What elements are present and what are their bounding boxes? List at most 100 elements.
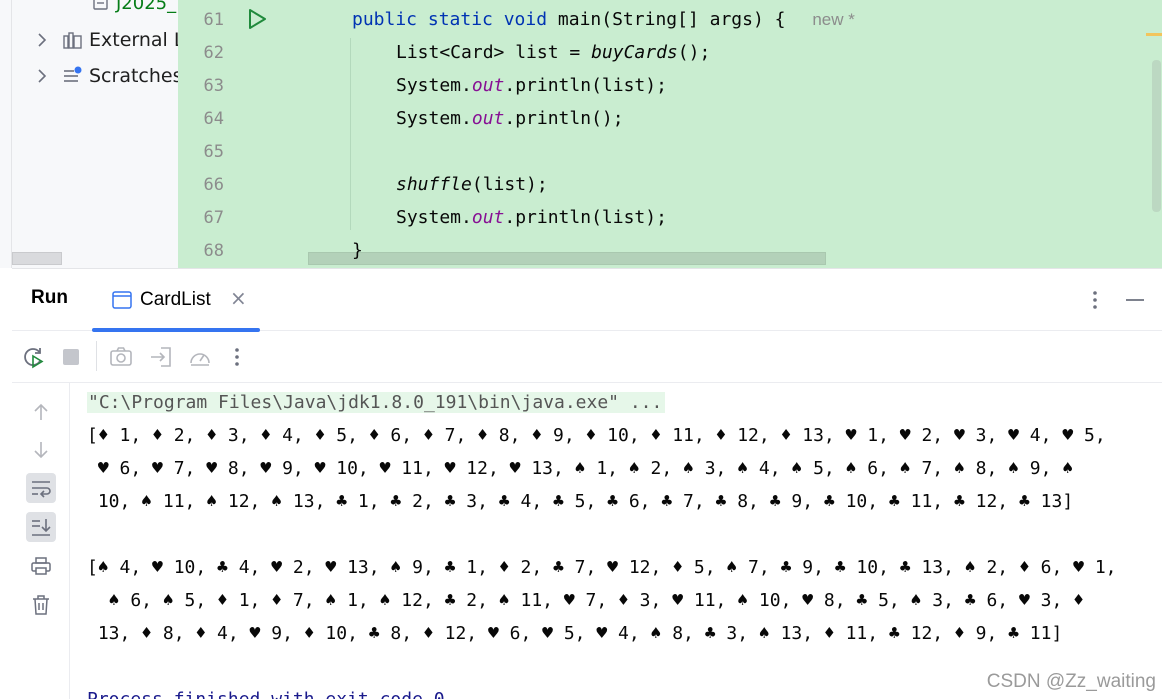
code-area[interactable]: public static void main(String[] args) {… bbox=[308, 0, 1162, 268]
code-line[interactable]: System.out.println(); bbox=[396, 99, 624, 132]
tree-item-label: External L bbox=[89, 29, 185, 51]
code-token: .println(list); bbox=[504, 75, 667, 96]
run-tool-window: Run CardList × "C:\Program Files\Java\jd… bbox=[12, 268, 1162, 699]
run-title: Run bbox=[31, 287, 68, 308]
rerun-icon bbox=[24, 348, 44, 369]
tree-item-scratches[interactable]: Scratches bbox=[34, 61, 183, 91]
print-button[interactable] bbox=[26, 551, 56, 581]
console-icon bbox=[112, 291, 132, 309]
chevron-right-icon[interactable] bbox=[34, 68, 50, 84]
console-line: 10, ♠ 11, ♠ 12, ♠ 13, ♣ 1, ♣ 2, ♣ 3, ♣ 4… bbox=[87, 491, 1074, 512]
arrow-up-icon bbox=[34, 403, 48, 420]
speedometer-icon bbox=[190, 353, 210, 366]
import-icon bbox=[151, 347, 171, 367]
scratches-icon bbox=[62, 66, 84, 86]
printer-icon bbox=[31, 557, 51, 575]
run-header: Run CardList × bbox=[12, 269, 1162, 332]
code-line[interactable]: public static void main(String[] args) {… bbox=[352, 0, 855, 33]
tree-border bbox=[11, 0, 12, 268]
indent-guide bbox=[350, 38, 351, 230]
tree-horizontal-scrollbar[interactable] bbox=[12, 252, 62, 265]
close-icon[interactable]: × bbox=[230, 288, 247, 308]
line-number: 66 bbox=[203, 175, 224, 195]
console-line: ♠ 6, ♠ 5, ♦ 1, ♦ 7, ♠ 1, ♠ 12, ♣ 2, ♠ 11… bbox=[87, 590, 1084, 611]
soft-wrap-toggle[interactable] bbox=[26, 473, 56, 503]
warning-marker[interactable] bbox=[1146, 33, 1162, 36]
console-line: ♥ 6, ♥ 7, ♥ 8, ♥ 9, ♥ 10, ♥ 11, ♥ 12, ♥ … bbox=[87, 458, 1074, 479]
more-vertical-icon[interactable] bbox=[1087, 289, 1103, 311]
code-token: buyCards bbox=[591, 42, 678, 63]
toolbar-separator bbox=[96, 341, 97, 371]
code-token: out bbox=[471, 207, 505, 228]
console-line: [♦ 1, ♦ 2, ♦ 3, ♦ 4, ♦ 5, ♦ 6, ♦ 7, ♦ 8,… bbox=[87, 425, 1106, 446]
console-output[interactable]: "C:\Program Files\Java\jdk1.8.0_191\bin\… bbox=[71, 383, 1162, 699]
line-number: 67 bbox=[203, 208, 224, 228]
screenshot-button[interactable] bbox=[108, 344, 134, 370]
inlay-hint-author[interactable]: new * bbox=[812, 10, 855, 29]
line-number: 63 bbox=[203, 76, 224, 96]
scroll-up-button[interactable] bbox=[26, 397, 56, 427]
arrow-down-icon bbox=[34, 442, 48, 459]
project-tree: J2025_ External L Scratches bbox=[0, 0, 184, 268]
stop-icon bbox=[63, 349, 79, 365]
editor-area: J2025_ External L Scratches 61 62 63 64 65 66… bbox=[0, 0, 1162, 268]
clear-console-button[interactable] bbox=[26, 590, 56, 620]
console-side-toolbar bbox=[12, 383, 70, 699]
run-gutter-icon[interactable] bbox=[246, 8, 268, 30]
exit-message: Process finished with exit code 0 bbox=[87, 689, 445, 699]
tree-item-module[interactable]: J2025_ bbox=[92, 0, 176, 14]
code-token: public static void bbox=[352, 9, 558, 30]
code-token: out bbox=[471, 75, 505, 96]
code-token: System. bbox=[396, 108, 472, 129]
more-vertical-icon bbox=[235, 348, 239, 366]
editor-gutter: 61 62 63 64 65 66 67 68 bbox=[178, 0, 308, 268]
camera-icon bbox=[110, 347, 132, 366]
library-icon bbox=[62, 30, 84, 50]
console-line: 13, ♦ 8, ♦ 4, ♥ 9, ♦ 10, ♣ 8, ♦ 12, ♥ 6,… bbox=[87, 623, 1063, 644]
soft-wrap-icon bbox=[32, 481, 51, 498]
scroll-to-end-icon bbox=[32, 519, 51, 536]
chevron-right-icon[interactable] bbox=[34, 32, 50, 48]
import-button[interactable] bbox=[148, 344, 174, 370]
minimize-icon[interactable] bbox=[1124, 289, 1146, 311]
profiler-button[interactable] bbox=[187, 344, 213, 370]
console-exit-line: Process finished with exit code 0 bbox=[87, 683, 445, 699]
console-command-line: "C:\Program Files\Java\jdk1.8.0_191\bin\… bbox=[87, 386, 666, 419]
scroll-down-button[interactable] bbox=[26, 435, 56, 465]
line-number: 64 bbox=[203, 109, 224, 129]
code-line[interactable]: System.out.println(list); bbox=[396, 198, 667, 231]
code-token: main(String[] args) { bbox=[557, 9, 797, 30]
scroll-to-end-toggle[interactable] bbox=[26, 512, 56, 542]
tab-cardlist[interactable]: CardList × bbox=[92, 269, 260, 332]
code-token: System. bbox=[396, 75, 472, 96]
code-line[interactable]: shuffle(list); bbox=[396, 165, 548, 198]
code-token: shuffle bbox=[396, 174, 472, 195]
code-token: .println(list); bbox=[504, 207, 667, 228]
editor-horizontal-scrollbar[interactable] bbox=[308, 252, 826, 265]
tree-item-external-libraries[interactable]: External L bbox=[34, 25, 184, 55]
more-actions-button[interactable] bbox=[224, 344, 250, 370]
code-line[interactable]: System.out.println(list); bbox=[396, 66, 667, 99]
code-token: List<Card> list = bbox=[396, 42, 592, 63]
code-token: } bbox=[352, 240, 363, 261]
rerun-button[interactable] bbox=[20, 344, 46, 370]
trash-icon bbox=[33, 595, 49, 615]
code-token: System. bbox=[396, 207, 472, 228]
line-number: 65 bbox=[203, 142, 224, 162]
code-token: (list); bbox=[471, 174, 548, 195]
module-icon bbox=[93, 0, 108, 10]
code-line[interactable]: List<Card> list = buyCards(); bbox=[396, 33, 710, 66]
line-number: 62 bbox=[203, 43, 224, 63]
console-line: [♠ 4, ♥ 10, ♣ 4, ♥ 2, ♥ 13, ♠ 9, ♣ 1, ♦ … bbox=[87, 557, 1117, 578]
code-token: .println(); bbox=[504, 108, 624, 129]
editor-vertical-scrollbar[interactable] bbox=[1152, 60, 1161, 212]
tree-item-module-label: J2025_ bbox=[116, 0, 177, 14]
run-toolbar bbox=[12, 331, 1162, 383]
stop-button[interactable] bbox=[58, 344, 84, 370]
watermark: CSDN @Zz_waiting bbox=[986, 671, 1156, 692]
code-line[interactable]: } bbox=[352, 231, 363, 264]
line-number: 68 bbox=[203, 241, 224, 261]
code-token: (); bbox=[677, 42, 711, 63]
tab-label: CardList bbox=[140, 289, 211, 310]
code-token: out bbox=[471, 108, 505, 129]
